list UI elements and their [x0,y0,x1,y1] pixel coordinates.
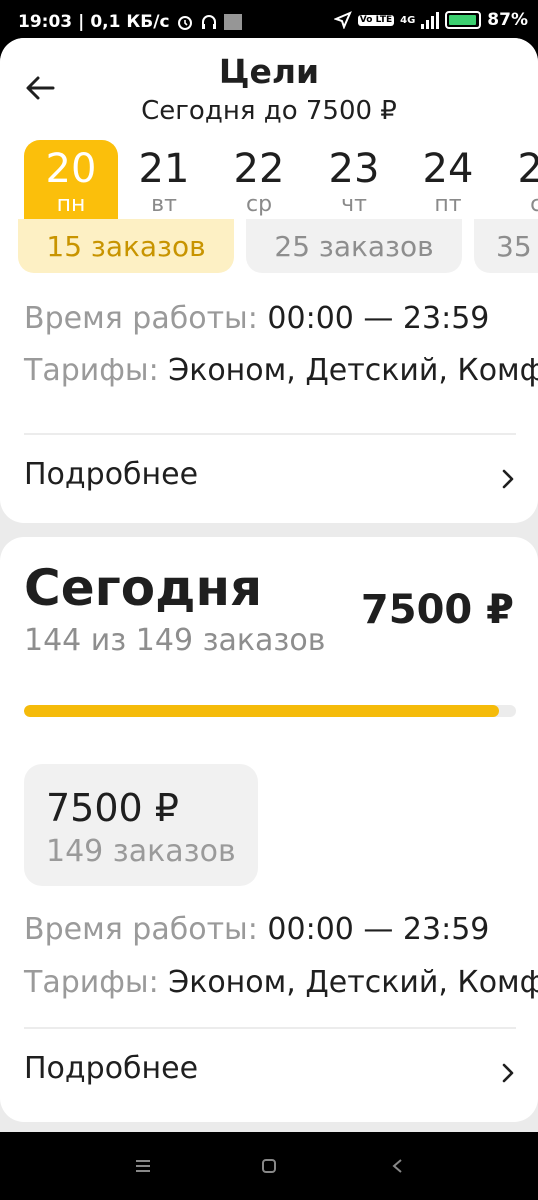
goal-card-selected-day: 15 заказов 25 заказов 35 заказов Время р… [0,219,538,523]
day-tab-23[interactable]: 23 чт [307,140,401,220]
status-time: 19:03 [18,12,73,32]
status-bar-right: Vo LTE 4G 87% [333,10,528,30]
more-details-row[interactable]: Подробнее [0,447,538,507]
goal-option[interactable]: 7500 ₽ 149 заказов [24,764,258,886]
today-title: Сегодня [24,559,263,617]
work-time-label: Время работы: [24,301,258,336]
today-amount: 7500 ₽ [360,587,514,633]
back-nav-button[interactable] [382,1152,412,1180]
page-title: Цели [218,52,320,91]
orders-progress-text: 144 из 149 заказов [24,623,326,658]
day-tab-24[interactable]: 24 пт [401,140,495,220]
signal-icon [421,11,440,29]
work-time-row: Время работы: 00:00 — 23:59 [24,301,489,336]
page-subtitle: Сегодня до 7500 ₽ [141,96,397,126]
back-triangle-icon [392,1159,402,1173]
work-time-label: Время работы: [24,912,258,947]
battery-percent: 87% [487,10,528,30]
day-weekday: вт [151,192,177,217]
goal-orders: 149 заказов [46,834,236,869]
day-weekday: сб [530,192,538,217]
battery-icon [445,11,482,29]
tariffs-value: Эконом, Детский, Комфорт [168,353,538,388]
day-tab-20[interactable]: 20 пн [24,140,118,220]
more-details-label: Подробнее [24,457,199,492]
tariffs-label: Тарифы: [24,353,159,388]
day-number: 23 [328,146,380,192]
system-nav-bar [0,1132,538,1200]
volte-badge: Vo LTE [357,14,395,26]
location-icon [333,11,352,29]
status-bar-left: 19:03 | 0,1 КБ/с [18,12,242,32]
goals-screen: Цели Сегодня до 7500 ₽ 20 пн 21 вт 22 ср… [0,38,538,1132]
divider [24,1027,516,1029]
work-time-value: 00:00 — 23:59 [267,912,490,947]
goal-card-today: Сегодня 144 из 149 заказов 7500 ₽ 7500 ₽… [0,537,538,1122]
more-details-row[interactable]: Подробнее [0,1041,538,1101]
day-number: 20 [45,146,97,192]
tariffs-row: Тарифы: Эконом, Детский, Комфорт [24,965,538,1000]
tariffs-label: Тарифы: [24,965,159,1000]
tariffs-row: Тарифы: Эконом, Детский, Комфорт [24,353,538,388]
divider [24,433,516,435]
day-tab-25[interactable]: 25 сб [496,140,538,220]
orders-chip-25[interactable]: 25 заказов [246,219,462,273]
status-separator: | [78,12,85,32]
chevron-right-icon [502,1063,514,1083]
day-number: 22 [233,146,285,192]
goal-amount: 7500 ₽ [46,786,179,830]
home-square-icon [262,1159,276,1173]
status-speed: 0,1 КБ/с [90,12,170,32]
work-time-row: Время работы: 00:00 — 23:59 [24,912,489,947]
day-weekday: пн [56,192,86,217]
recents-button[interactable] [128,1152,158,1180]
orders-chip-35[interactable]: 35 заказов [474,219,538,273]
home-button[interactable] [254,1152,284,1180]
day-tab-22[interactable]: 22 ср [212,140,306,220]
header: Цели Сегодня до 7500 ₽ [0,38,538,131]
work-time-value: 00:00 — 23:59 [267,301,490,336]
network-type: 4G [400,14,416,26]
app-notification-icon [223,14,242,30]
headphones-icon [201,15,216,29]
day-tab-21[interactable]: 21 вт [117,140,211,220]
day-weekday: ср [245,192,273,217]
menu-icon [136,1160,150,1172]
progress-fill [24,705,500,717]
chevron-right-icon [502,469,514,489]
alarm-icon [177,16,192,30]
day-weekday: чт [341,192,367,217]
orders-progress-bar [24,705,516,717]
day-number: 21 [138,146,190,192]
more-details-label: Подробнее [24,1051,199,1086]
day-number: 25 [517,146,538,192]
day-number: 24 [422,146,474,192]
day-weekday: пт [434,192,462,217]
tariffs-value: Эконом, Детский, Комфорт [168,965,538,1000]
orders-chip-15[interactable]: 15 заказов [18,219,234,273]
day-selector: 20 пн 21 вт 22 ср 23 чт 24 пт 25 сб [0,131,538,220]
